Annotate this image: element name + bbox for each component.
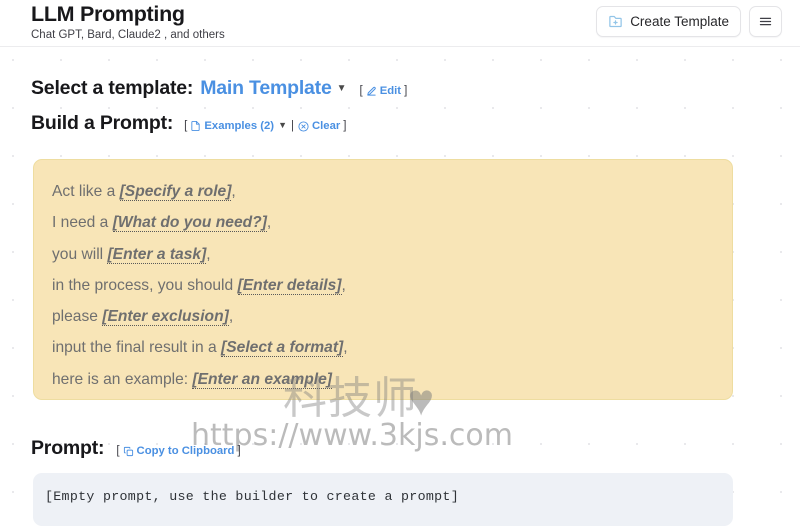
builder-line-suffix: , [231, 183, 236, 200]
bracket-open: [ [116, 445, 120, 457]
builder-line-suffix: , [206, 245, 211, 263]
builder-placeholder-select-a-format[interactable]: [Select a format] [221, 339, 344, 358]
template-chevron-down-icon[interactable]: ▼ [337, 83, 347, 94]
document-icon [190, 120, 201, 132]
examples-chevron-down-icon[interactable]: ▼ [278, 120, 287, 130]
build-prompt-row: Build a Prompt: [ Examples (2) ▼ | Clear… [0, 112, 800, 135]
builder-line: here is an example: [Enter an example] [43, 364, 712, 395]
builder-placeholder-enter-details[interactable]: [Enter details] [237, 276, 342, 295]
builder-line-prefix: input the final result in a [52, 339, 222, 357]
circle-x-icon [298, 120, 309, 132]
clipboard-copy-icon [123, 446, 134, 457]
bracket-close: ] [404, 85, 408, 97]
builder-placeholder-enter-a-task[interactable]: [Enter a task] [107, 245, 207, 264]
header-title-group: LLM Prompting Chat GPT, Bard, Claude2 , … [0, 0, 225, 43]
folder-plus-icon [608, 14, 623, 29]
build-prompt-label: Build a Prompt: [31, 112, 174, 134]
bracket-close: ] [237, 445, 241, 457]
builder-line-suffix: , [228, 308, 234, 326]
copy-to-clipboard-label: Copy to Clipboard [136, 445, 235, 457]
bracket-open: [ [184, 120, 188, 132]
copy-group: [ Copy to Clipboard ] [113, 445, 243, 457]
builder-placeholder-enter-an-example[interactable]: [Enter an example] [192, 370, 332, 389]
header-actions: Create Template [596, 0, 800, 37]
builder-line-suffix: , [341, 276, 346, 294]
app-subtitle: Chat GPT, Bard, Claude2 , and others [31, 29, 225, 41]
builder-line: input the final result in a [Select a fo… [43, 332, 712, 363]
builder-line-prefix: you will [52, 245, 108, 263]
edit-template-button[interactable]: Edit [366, 85, 401, 97]
select-template-label: Select a template: [31, 77, 194, 99]
builder-line-suffix: , [266, 214, 272, 232]
builder-line-suffix: , [343, 339, 348, 357]
builder-placeholder-what-do-you-need[interactable]: [What do you need?] [112, 214, 267, 233]
examples-label: Examples (2) [204, 120, 275, 132]
template-edit-group: [ Edit ] [357, 85, 411, 97]
builder-line: in the process, you should [Enter detail… [43, 270, 712, 301]
clear-label: Clear [312, 120, 341, 132]
create-template-label: Create Template [630, 14, 729, 29]
prompt-output-row: Prompt: [ Copy to Clipboard ] [0, 437, 244, 460]
builder-line-prefix: here is an example: [52, 370, 193, 388]
copy-to-clipboard-button[interactable]: Copy to Clipboard [123, 445, 235, 457]
builder-line-prefix: please [52, 308, 103, 326]
app-title: LLM Prompting [31, 2, 185, 26]
template-selector-row: Select a template: Main Template ▼ [ Edi… [0, 77, 800, 100]
builder-line: Act like a [Specify a role], [43, 176, 712, 207]
main-content: Select a template: Main Template ▼ [ Edi… [0, 47, 800, 135]
builder-line-prefix: Act like a [52, 183, 120, 200]
clear-button[interactable]: Clear [298, 120, 340, 132]
builder-line-prefix: I need a [52, 214, 113, 232]
template-selector-value[interactable]: Main Template [200, 77, 332, 100]
builder-line: I need a [What do you need?], [43, 207, 712, 238]
bracket-close: ] [343, 120, 347, 132]
prompt-output-box[interactable]: [Empty prompt, use the builder to create… [33, 473, 733, 526]
build-actions-group: [ Examples (2) ▼ | Clear] [181, 120, 349, 132]
action-separator: | [291, 120, 294, 132]
prompt-builder-box[interactable]: Act like a [Specify a role], I need a [W… [33, 159, 733, 400]
builder-line-prefix: in the process, you should [52, 276, 238, 294]
examples-button[interactable]: Examples (2) [190, 120, 274, 132]
pencil-icon [366, 86, 377, 97]
hamburger-menu-icon [758, 14, 773, 29]
edit-template-label: Edit [379, 85, 402, 97]
app-header: LLM Prompting Chat GPT, Bard, Claude2 , … [0, 0, 800, 47]
create-template-button[interactable]: Create Template [596, 6, 741, 37]
bracket-open: [ [359, 85, 363, 97]
menu-button[interactable] [749, 6, 782, 37]
builder-line: please [Enter exclusion], [43, 301, 712, 332]
builder-placeholder-enter-exclusion[interactable]: [Enter exclusion] [102, 308, 229, 327]
builder-placeholder-specify-a-role[interactable]: [Specify a role] [119, 183, 232, 201]
prompt-label: Prompt: [31, 437, 105, 459]
builder-line: you will [Enter a task], [43, 239, 712, 270]
